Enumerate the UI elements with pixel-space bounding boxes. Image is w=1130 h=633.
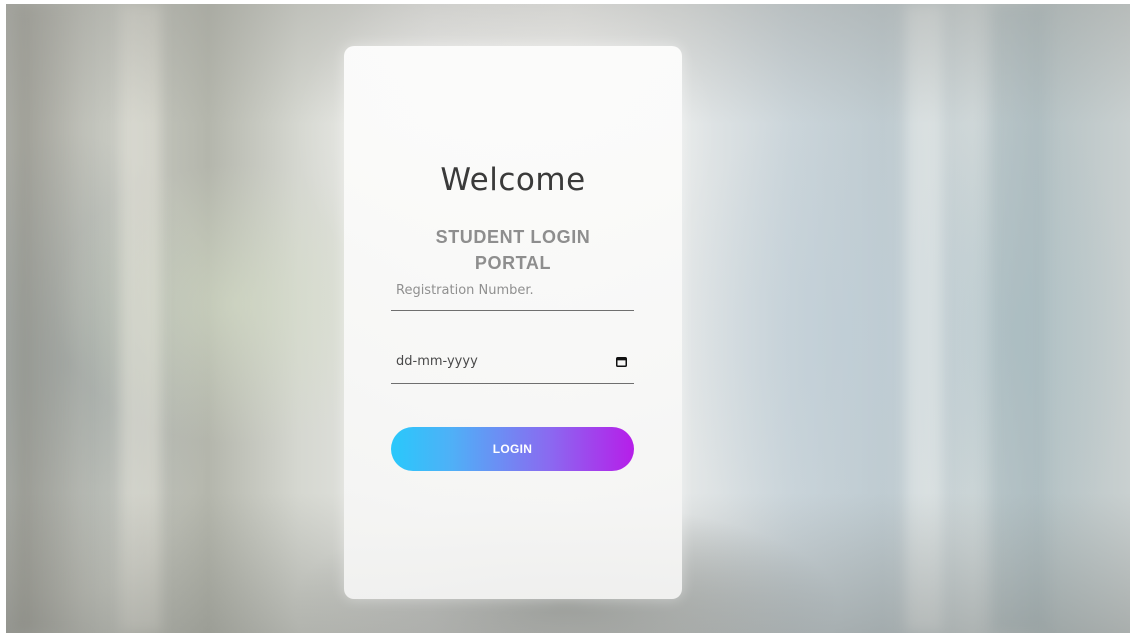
calendar-icon[interactable] — [616, 357, 627, 367]
welcome-title: Welcome — [440, 162, 586, 198]
registration-number-input[interactable] — [391, 271, 634, 310]
login-screen: Welcome STUDENT LOGIN PORTAL dd-mm-yyyy … — [0, 0, 1130, 633]
registration-number-field — [391, 271, 634, 311]
date-input-text[interactable]: dd-mm-yyyy — [396, 354, 478, 369]
login-card: Welcome STUDENT LOGIN PORTAL — [344, 46, 682, 599]
date-of-birth-field[interactable]: dd-mm-yyyy — [391, 344, 634, 384]
login-button[interactable]: LOGIN — [391, 427, 634, 471]
portal-subtitle: STUDENT LOGIN PORTAL — [344, 224, 682, 276]
subtitle-line-1: STUDENT LOGIN — [435, 227, 591, 247]
